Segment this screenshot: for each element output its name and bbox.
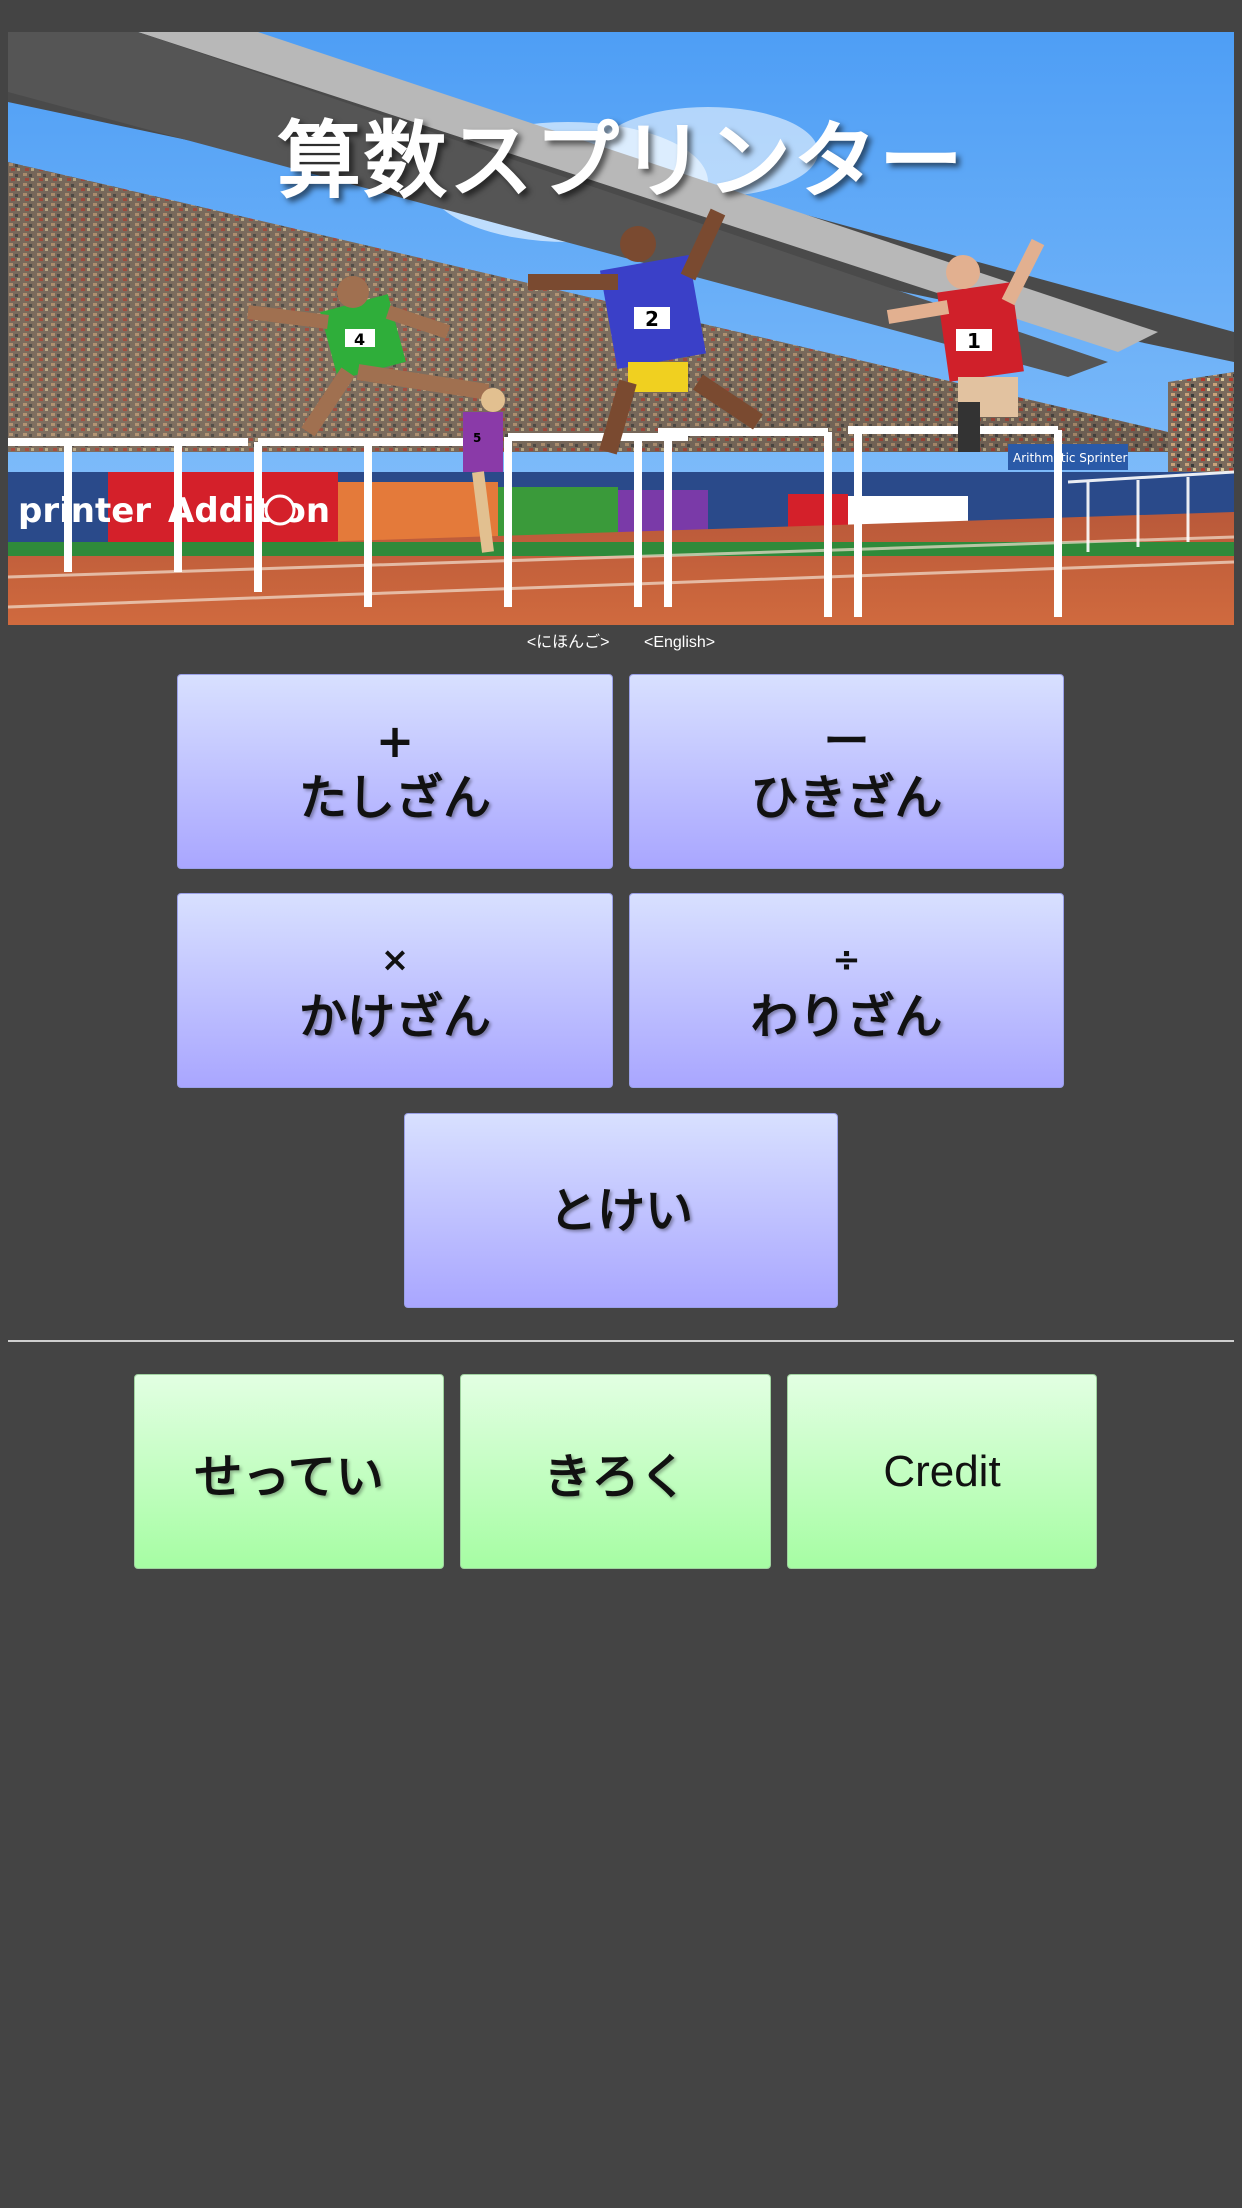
svg-text:5: 5: [473, 431, 481, 445]
multiplication-label: かけざん: [298, 988, 491, 1045]
credit-button[interactable]: Credit: [787, 1374, 1097, 1569]
subtraction-button[interactable]: ー ひきざん: [629, 674, 1064, 869]
svg-text:1: 1: [967, 329, 981, 353]
clock-button[interactable]: とけい: [404, 1113, 838, 1308]
division-button[interactable]: ÷ わりざん: [629, 893, 1064, 1088]
addition-label: たしざん: [298, 769, 491, 826]
banner-text: Arithmetic Sprinter: [1013, 451, 1128, 465]
plus-icon: +: [375, 713, 415, 768]
settings-label: せってい: [194, 1448, 384, 1505]
division-label: わりざん: [750, 988, 943, 1045]
divider: [8, 1340, 1234, 1342]
records-label: きろく: [543, 1448, 688, 1505]
minus-icon: ー: [823, 713, 870, 768]
banner-text: Addition: [168, 491, 330, 531]
svg-text:2: 2: [645, 307, 659, 331]
credit-label: Credit: [883, 1446, 1001, 1496]
language-english-link[interactable]: <English>: [644, 634, 715, 651]
language-japanese-link[interactable]: <にほんご>: [527, 634, 610, 651]
hero-image: printer Addition Arithmetic Sprinter 4 2…: [8, 32, 1234, 625]
addition-button[interactable]: + たしざん: [177, 674, 613, 869]
divide-icon: ÷: [832, 939, 861, 980]
multiplication-button[interactable]: × かけざん: [177, 893, 613, 1088]
subtraction-label: ひきざん: [750, 769, 943, 826]
language-selector: <にほんご> <English>: [0, 628, 1242, 651]
banner-text: printer: [18, 491, 151, 531]
settings-button[interactable]: せってい: [134, 1374, 444, 1569]
multiply-icon: ×: [380, 939, 410, 980]
app-title: 算数スプリンター: [276, 112, 965, 210]
svg-text:4: 4: [354, 330, 365, 349]
clock-label: とけい: [548, 1182, 693, 1239]
records-button[interactable]: きろく: [460, 1374, 771, 1569]
